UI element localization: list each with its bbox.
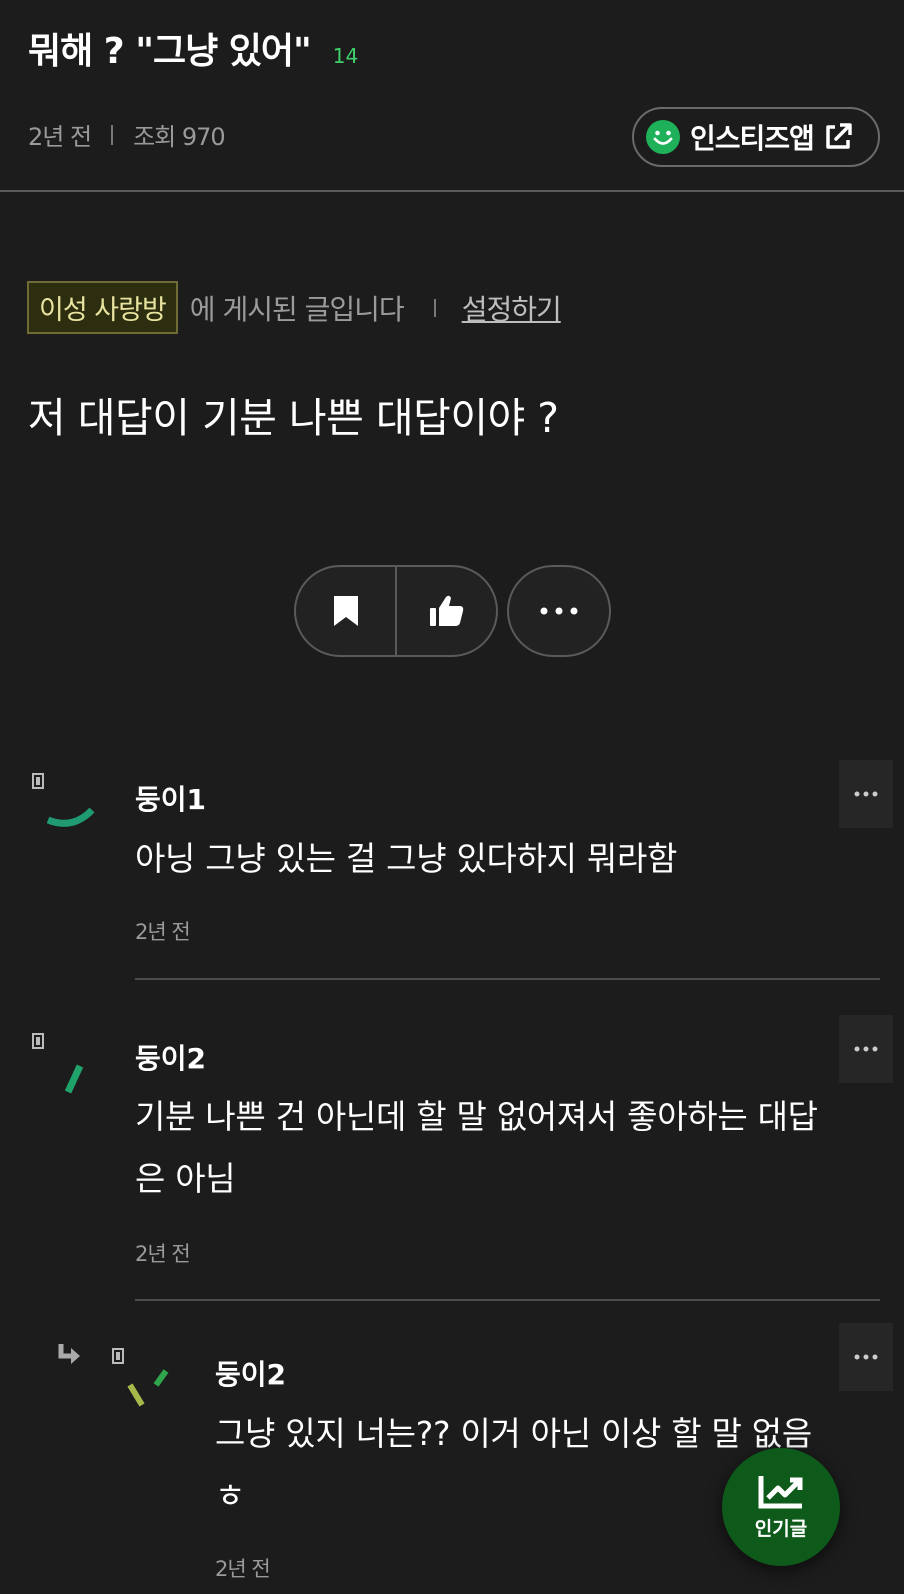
comment-more-button[interactable] — [839, 760, 893, 828]
comment-time: 2년 전 — [215, 1557, 271, 1581]
comment-more-button[interactable] — [839, 1015, 893, 1083]
bookmark-button[interactable] — [296, 567, 395, 655]
meta-separator — [111, 124, 114, 145]
header-divider — [0, 190, 904, 192]
comment-text: 아닝 그냥 있는 걸 그냥 있다하지 뭐라함 — [135, 839, 678, 878]
comment-author[interactable]: 둥이1 — [135, 778, 206, 818]
post-meta: 2년 전 조회 970 — [28, 117, 226, 152]
comment-text-line: ㅎ — [215, 1476, 246, 1515]
post-time: 2년 전 — [28, 123, 92, 151]
avatar-icon — [32, 773, 95, 827]
comment-avatar[interactable] — [28, 770, 98, 844]
comment-text-line: 그냥 있지 너는?? 이거 아닌 이상 할 말 없음 — [215, 1414, 812, 1453]
reply-indicator — [56, 1342, 82, 1372]
more-horizontal-icon — [854, 1354, 878, 1360]
reply-arrow-icon — [58, 1344, 80, 1364]
board-settings-link[interactable]: 설정하기 — [462, 288, 562, 328]
avatar-icon — [112, 1348, 169, 1407]
post-action-group — [294, 565, 498, 657]
view-count: 조회 970 — [133, 123, 226, 151]
more-horizontal-icon — [854, 1046, 878, 1052]
comment-divider — [135, 1299, 880, 1301]
comment-count[interactable]: 14 — [333, 44, 358, 68]
avatar-icon — [32, 1033, 84, 1094]
board-separator — [433, 298, 436, 317]
page-title: 뭐해 ? "그냥 있어" — [28, 31, 312, 72]
comment-divider — [135, 978, 880, 980]
open-app-label: 인스티즈앱 — [690, 122, 815, 155]
board-suffix-text: 에 게시된 글입니다 — [189, 292, 405, 326]
more-horizontal-icon — [540, 607, 578, 615]
title-row: 뭐해 ? "그냥 있어" 14 — [28, 22, 358, 74]
board-name-tag[interactable]: 이성 사랑방 — [27, 281, 178, 334]
comment-time: 2년 전 — [135, 920, 191, 944]
thumbs-up-icon — [429, 595, 463, 626]
comment-avatar[interactable] — [28, 1030, 98, 1104]
comment-text-line: 은 아님 — [135, 1159, 236, 1198]
comment-author[interactable]: 둥이2 — [215, 1353, 286, 1393]
board-info: 이성 사랑방 에 게시된 글입니다 설정하기 — [27, 281, 562, 334]
trending-posts-button[interactable]: 인기글 — [722, 1448, 840, 1566]
post-more-button[interactable] — [507, 565, 611, 657]
comment-author[interactable]: 둥이2 — [135, 1037, 206, 1077]
comment-time: 2년 전 — [135, 1242, 191, 1266]
comment-text-line: 기분 나쁜 건 아닌데 할 말 없어져서 좋아하는 대답 — [135, 1097, 818, 1136]
trending-up-icon — [758, 1475, 803, 1508]
external-link-icon — [826, 123, 852, 149]
comment-more-button[interactable] — [839, 1323, 893, 1391]
bookmark-icon — [333, 596, 358, 626]
post-body: 저 대답이 기분 나쁜 대답이야 ? — [28, 394, 559, 442]
like-button[interactable] — [397, 567, 496, 655]
open-app-button[interactable]: 인스티즈앱 — [632, 107, 880, 167]
more-horizontal-icon — [854, 791, 878, 797]
smile-icon — [646, 120, 680, 154]
comment-avatar[interactable] — [108, 1345, 178, 1419]
trending-posts-label: 인기글 — [754, 1517, 808, 1540]
